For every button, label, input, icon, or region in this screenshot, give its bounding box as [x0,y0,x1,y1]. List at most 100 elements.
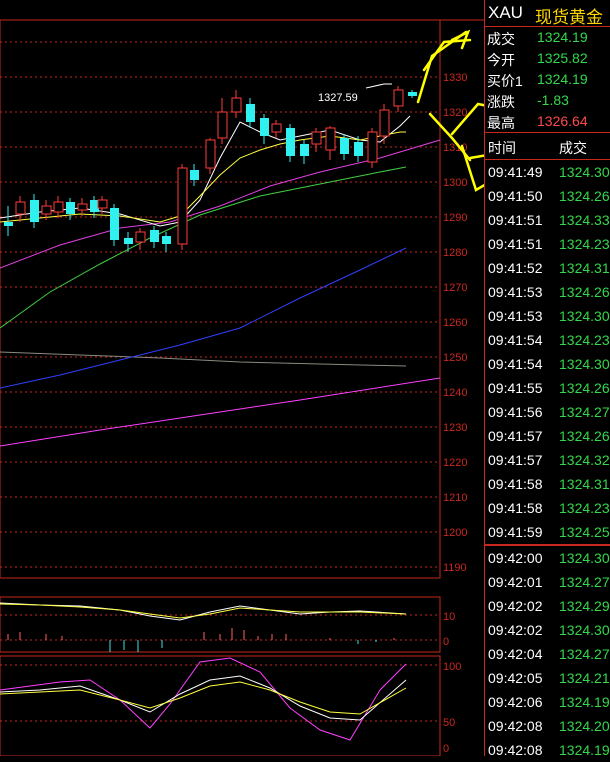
price-axis-label: 1250 [443,352,467,364]
tick-price: 1324.26 [559,380,610,396]
main-chart-frame [0,19,441,579]
quote-row-label: 最高 [487,115,515,131]
candle [124,232,133,252]
tick-row: 09:41:56 1324.27 [485,400,610,424]
price-axis-label: 1230 [443,422,467,434]
candle [408,90,417,98]
tick-time: 09:42:00 [488,550,543,566]
price-axis-labels: 1330132013101300129012801270126012501240… [443,72,467,574]
ticks-header-time: 时间 [488,140,516,156]
tick-row: 09:42:02 1324.29 [485,594,610,618]
kdj-axis-label-0: 0 [443,743,449,755]
tick-row: 09:41:58 1324.31 [485,472,610,496]
candle [286,124,295,162]
tick-time: 09:42:01 [488,574,543,590]
tick-row: 09:41:57 1324.32 [485,448,610,472]
tick-time: 09:41:51 [488,236,543,252]
symbol-name: 现货黄金 [535,8,603,27]
kline-chart: 1330132013101300129012801270126012501240… [0,19,484,756]
annotation-arrows [416,29,484,192]
tick-price: 1324.27 [559,646,610,662]
quote-header: XAU 现货黄金 [485,0,610,27]
tick-price: 1324.31 [559,476,610,492]
tick-row: 09:41:51 1324.23 [485,232,610,256]
quote-row-label: 成交 [487,31,515,47]
macd-axis-label-0: 0 [443,636,449,648]
tick-time: 09:42:06 [488,694,543,710]
tick-row: 09:41:52 1324.31 [485,256,610,280]
quote-row-label: 今开 [487,52,515,68]
kdj-j-line [0,657,407,741]
candle [271,120,282,138]
tick-time: 09:41:54 [488,332,543,348]
quote-panel: XAU 现货黄金 成交 1324.19 今开 1325.82 买价1 1324.19 涨跌 -… [484,0,610,758]
tick-row: 09:41:51 1324.33 [485,208,610,232]
ma-line-green [0,166,407,329]
price-axis-label: 1260 [443,317,467,329]
tick-time: 09:42:08 [488,718,543,734]
tick-row: 09:42:06 1324.19 [485,690,610,714]
tick-time: 09:41:51 [488,212,543,228]
tick-row: 09:41:54 1324.30 [485,352,610,376]
quote-row: 买价1 1324.19 [485,69,610,90]
kline-chart-area[interactable]: 1330 1320 1310 1300 1290 1280 1270 1260 1250 1240… [0,0,484,756]
kdj-axis-label-50: 50 [443,717,455,729]
tick-time: 09:41:58 [488,500,543,516]
price-axis-label: 1240 [443,387,467,399]
price-axis-label: 1190 [443,562,467,574]
tick-time: 09:41:57 [488,428,543,444]
tick-row: 09:41:53 1324.30 [485,304,610,328]
tick-price: 1324.30 [559,550,610,566]
price-axis-label: 1300 [443,177,467,189]
kdj-d-line [0,681,407,715]
tick-price: 1324.27 [559,574,610,590]
tick-time: 09:41:57 [488,452,543,468]
tick-time: 09:41:53 [488,284,543,300]
candle [300,140,309,164]
candle [205,138,216,174]
tick-price: 1324.21 [559,670,610,686]
tick-time: 09:41:54 [488,356,543,372]
quote-summary: 成交 1324.19 今开 1325.82 买价1 1324.19 涨跌 -1.83 最高 132… [485,27,610,132]
tick-time: 09:42:02 [488,598,543,614]
tick-row: 09:42:05 1324.21 [485,666,610,690]
tick-price: 1324.27 [559,404,610,420]
tick-price: 1324.32 [559,452,610,468]
price-axis-label: 1200 [443,527,467,539]
candle [311,128,322,152]
price-axis-label: 1280 [443,247,467,259]
tick-price: 1324.31 [559,260,610,276]
tick-list[interactable]: 09:41:49 1324.30 09:41:50 1324.26 09:41:51 13… [485,160,610,762]
candle [15,196,26,222]
tick-time: 09:41:52 [488,260,543,276]
ticks-header: 时间 成交 [485,133,610,160]
candle [246,98,255,128]
tick-price: 1324.19 [559,694,610,710]
candle [177,164,188,250]
candle [393,86,404,112]
candle [150,226,159,248]
tick-price: 1324.30 [559,164,610,180]
tick-price: 1324.30 [559,622,610,638]
symbol-code: XAU [488,3,523,22]
tick-row: 09:41:59 1324.25 [485,520,610,544]
candle [53,196,64,218]
candlesticks [4,86,417,252]
tick-time: 09:41:59 [488,524,543,540]
candle [77,198,88,216]
candle [66,198,75,220]
tick-row: 09:41:54 1324.23 [485,328,610,352]
price-axis-label: 1330 [443,72,467,84]
quote-row-value: 1324.19 [537,71,588,87]
macd-axis-label-10: 10 [443,611,455,623]
candle [260,114,269,144]
tick-price: 1324.20 [559,718,610,734]
candle [325,126,336,160]
tick-row: 09:42:08 1324.20 [485,714,610,738]
tick-time: 09:42:02 [488,622,543,638]
quote-row-value: -1.83 [537,92,569,108]
ma-line-magenta-long [0,377,441,447]
candle [135,228,146,250]
tick-price: 1324.23 [559,500,610,516]
quote-row-label: 买价1 [487,73,523,89]
